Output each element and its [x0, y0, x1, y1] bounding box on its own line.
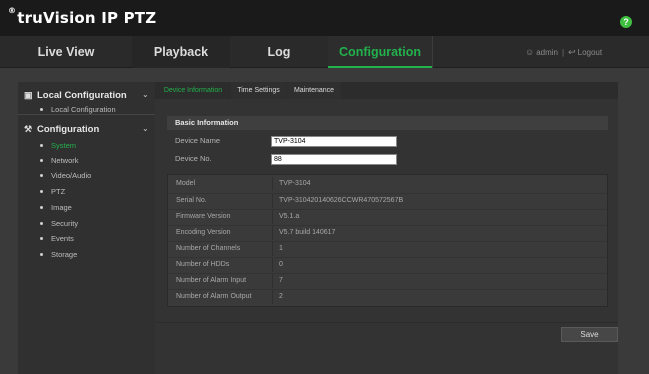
registered-mark: ® [8, 6, 17, 15]
info-key: Serial No. [176, 197, 207, 204]
bullet-icon [40, 236, 43, 240]
table-divider [272, 274, 273, 288]
sidebar-item-label: Events [51, 234, 74, 243]
sidebar-item-label: Storage [51, 250, 78, 259]
table-row: Number of HDDs 0 [168, 257, 607, 272]
bullet-icon [40, 173, 43, 177]
sidebar-item-label: Image [51, 203, 72, 212]
user-area: ☺ admin | ↩ Logout [525, 36, 602, 68]
brand-bar: ®truVision IP PTZ ? [0, 0, 649, 36]
sidebar-item-storage[interactable]: Storage [40, 249, 77, 261]
app-window: ®truVision IP PTZ ? Live View Playback L… [0, 0, 649, 374]
info-key: Encoding Version [176, 229, 231, 236]
sidebar-item-label: Local Configuration [51, 105, 116, 114]
basic-information-header: Basic Information [167, 116, 608, 130]
tab-configuration[interactable]: Configuration [328, 36, 432, 68]
table-row: Number of Alarm Output 2 [168, 289, 607, 304]
left-sidebar: ▣ Local Configuration ⌄ Local Configurati… [18, 82, 158, 374]
username-label[interactable]: admin [536, 48, 558, 57]
info-value: 1 [279, 245, 283, 252]
device-info-table: Model TVP-3104 Serial No. TVP-3104201406… [167, 174, 608, 307]
bullet-icon [40, 189, 43, 193]
tab-maintenance[interactable]: Maintenance [287, 82, 341, 99]
device-no-label: Device No. [175, 154, 212, 163]
info-value: TVP-310420140626CCWR470572567B [279, 197, 404, 204]
monitor-icon: ▣ [24, 90, 33, 100]
info-value: 7 [279, 277, 283, 284]
device-no-input[interactable] [271, 154, 397, 165]
info-value: 0 [279, 261, 283, 268]
table-row: Number of Alarm Input 7 [168, 273, 607, 288]
table-row: Number of Channels 1 [168, 241, 607, 256]
sidebar-divider [18, 114, 158, 115]
info-key: Number of Channels [176, 245, 241, 252]
table-divider [272, 290, 273, 304]
nav-divider [432, 36, 433, 68]
bullet-icon [40, 158, 43, 162]
device-name-label: Device Name [175, 136, 221, 145]
user-divider: | [562, 48, 565, 57]
content-panel: Device Information Time Settings Mainten… [155, 82, 618, 374]
sidebar-item-label: System [51, 141, 77, 150]
table-divider [272, 226, 273, 240]
bullet-icon [40, 252, 43, 256]
info-value: V5.7 build 140617 [279, 229, 336, 236]
local-config-section[interactable]: ▣ Local Configuration [24, 88, 127, 102]
main-nav: Live View Playback Log Configuration ☺ ad… [0, 36, 649, 68]
sidebar-item-label: Video/Audio [51, 171, 92, 180]
info-key: Model [176, 180, 196, 187]
info-value: 2 [279, 293, 283, 300]
configuration-section[interactable]: ⚒ Configuration [24, 122, 99, 136]
chevron-down-icon[interactable]: ⌄ [142, 122, 149, 136]
subtab-bar: Device Information Time Settings Mainten… [155, 82, 618, 99]
table-divider [272, 177, 273, 191]
sidebar-item-system[interactable]: System [40, 140, 76, 152]
table-divider [272, 242, 273, 256]
brand-logo: ®truVision IP PTZ [8, 6, 157, 27]
bullet-icon [40, 107, 43, 111]
sidebar-item-label: Security [51, 219, 79, 228]
logout-link[interactable]: Logout [578, 48, 602, 57]
user-icon: ☺ [525, 47, 535, 57]
sidebar-item-events[interactable]: Events [40, 233, 74, 245]
tab-time-settings[interactable]: Time Settings [231, 82, 286, 99]
table-divider [272, 258, 273, 272]
table-divider [272, 194, 273, 208]
save-button[interactable]: Save [561, 327, 618, 342]
sidebar-item-label: Network [51, 156, 79, 165]
brand-title: truVision IP PTZ [17, 9, 157, 27]
tab-log[interactable]: Log [230, 36, 328, 68]
tab-device-information[interactable]: Device Information [155, 82, 231, 99]
wrench-icon: ⚒ [24, 124, 33, 134]
table-row: Firmware Version V5.1.a [168, 209, 607, 224]
tab-live-view[interactable]: Live View [0, 36, 132, 68]
info-key: Number of HDDs [176, 261, 230, 268]
chevron-down-icon[interactable]: ⌄ [142, 88, 149, 102]
sidebar-item-label: PTZ [51, 187, 66, 196]
content-divider [155, 322, 618, 323]
logout-icon: ↩ [568, 47, 576, 57]
local-config-title: Local Configuration [37, 90, 127, 101]
sidebar-item-video-audio[interactable]: Video/Audio [40, 170, 91, 182]
info-key: Firmware Version [176, 213, 231, 220]
bullet-icon [40, 221, 43, 225]
bullet-icon [40, 143, 43, 147]
sidebar-item-network[interactable]: Network [40, 155, 79, 167]
sidebar-item-ptz[interactable]: PTZ [40, 186, 65, 198]
tab-playback[interactable]: Playback [132, 36, 230, 68]
info-key: Number of Alarm Output [176, 293, 252, 300]
table-divider [272, 210, 273, 224]
info-value: V5.1.a [279, 213, 300, 220]
table-row: Serial No. TVP-310420140626CCWR470572567… [168, 193, 607, 208]
info-key: Number of Alarm Input [176, 277, 247, 284]
bullet-icon [40, 205, 43, 209]
info-value: TVP-3104 [279, 180, 311, 187]
sidebar-item-security[interactable]: Security [40, 218, 78, 230]
configuration-title: Configuration [37, 124, 100, 135]
device-name-input[interactable] [271, 136, 397, 147]
table-row: Encoding Version V5.7 build 140617 [168, 225, 607, 240]
table-row: Model TVP-3104 [168, 177, 607, 191]
help-icon[interactable]: ? [620, 16, 632, 28]
sidebar-item-image[interactable]: Image [40, 202, 72, 214]
